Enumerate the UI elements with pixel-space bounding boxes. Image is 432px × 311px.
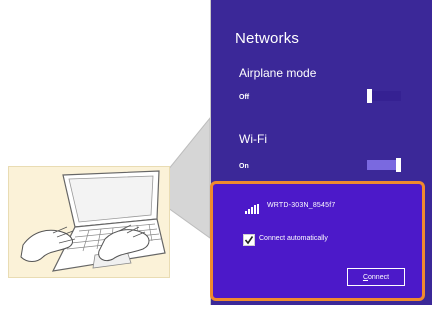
network-list-item[interactable]: WRTD-303N_8545f7 Connect automatically C… [210,181,425,301]
connect-automatically-label: Connect automatically [259,235,328,242]
wifi-state: On [239,163,249,170]
toggle-track [367,91,401,101]
screenshot-stage: Networks Airplane mode Off Wi-Fi On WRTD… [0,0,432,311]
panel-title: Networks [235,30,300,47]
connect-button-label: onnect [368,274,390,281]
laptop-illustration [8,166,170,278]
wifi-label: Wi-Fi [239,132,267,146]
connect-button[interactable]: Connect [347,268,405,286]
airplane-mode-toggle[interactable] [367,89,401,103]
checkmark-icon [244,236,254,245]
wifi-toggle[interactable] [367,158,401,172]
toggle-thumb[interactable] [396,158,401,172]
network-ssid: WRTD-303N_8545f7 [267,202,336,209]
toggle-thumb[interactable] [367,89,372,103]
airplane-mode-state: Off [239,94,250,101]
connect-automatically-checkbox[interactable] [243,234,255,246]
wifi-signal-icon [245,204,259,214]
airplane-mode-label: Airplane mode [239,66,317,80]
